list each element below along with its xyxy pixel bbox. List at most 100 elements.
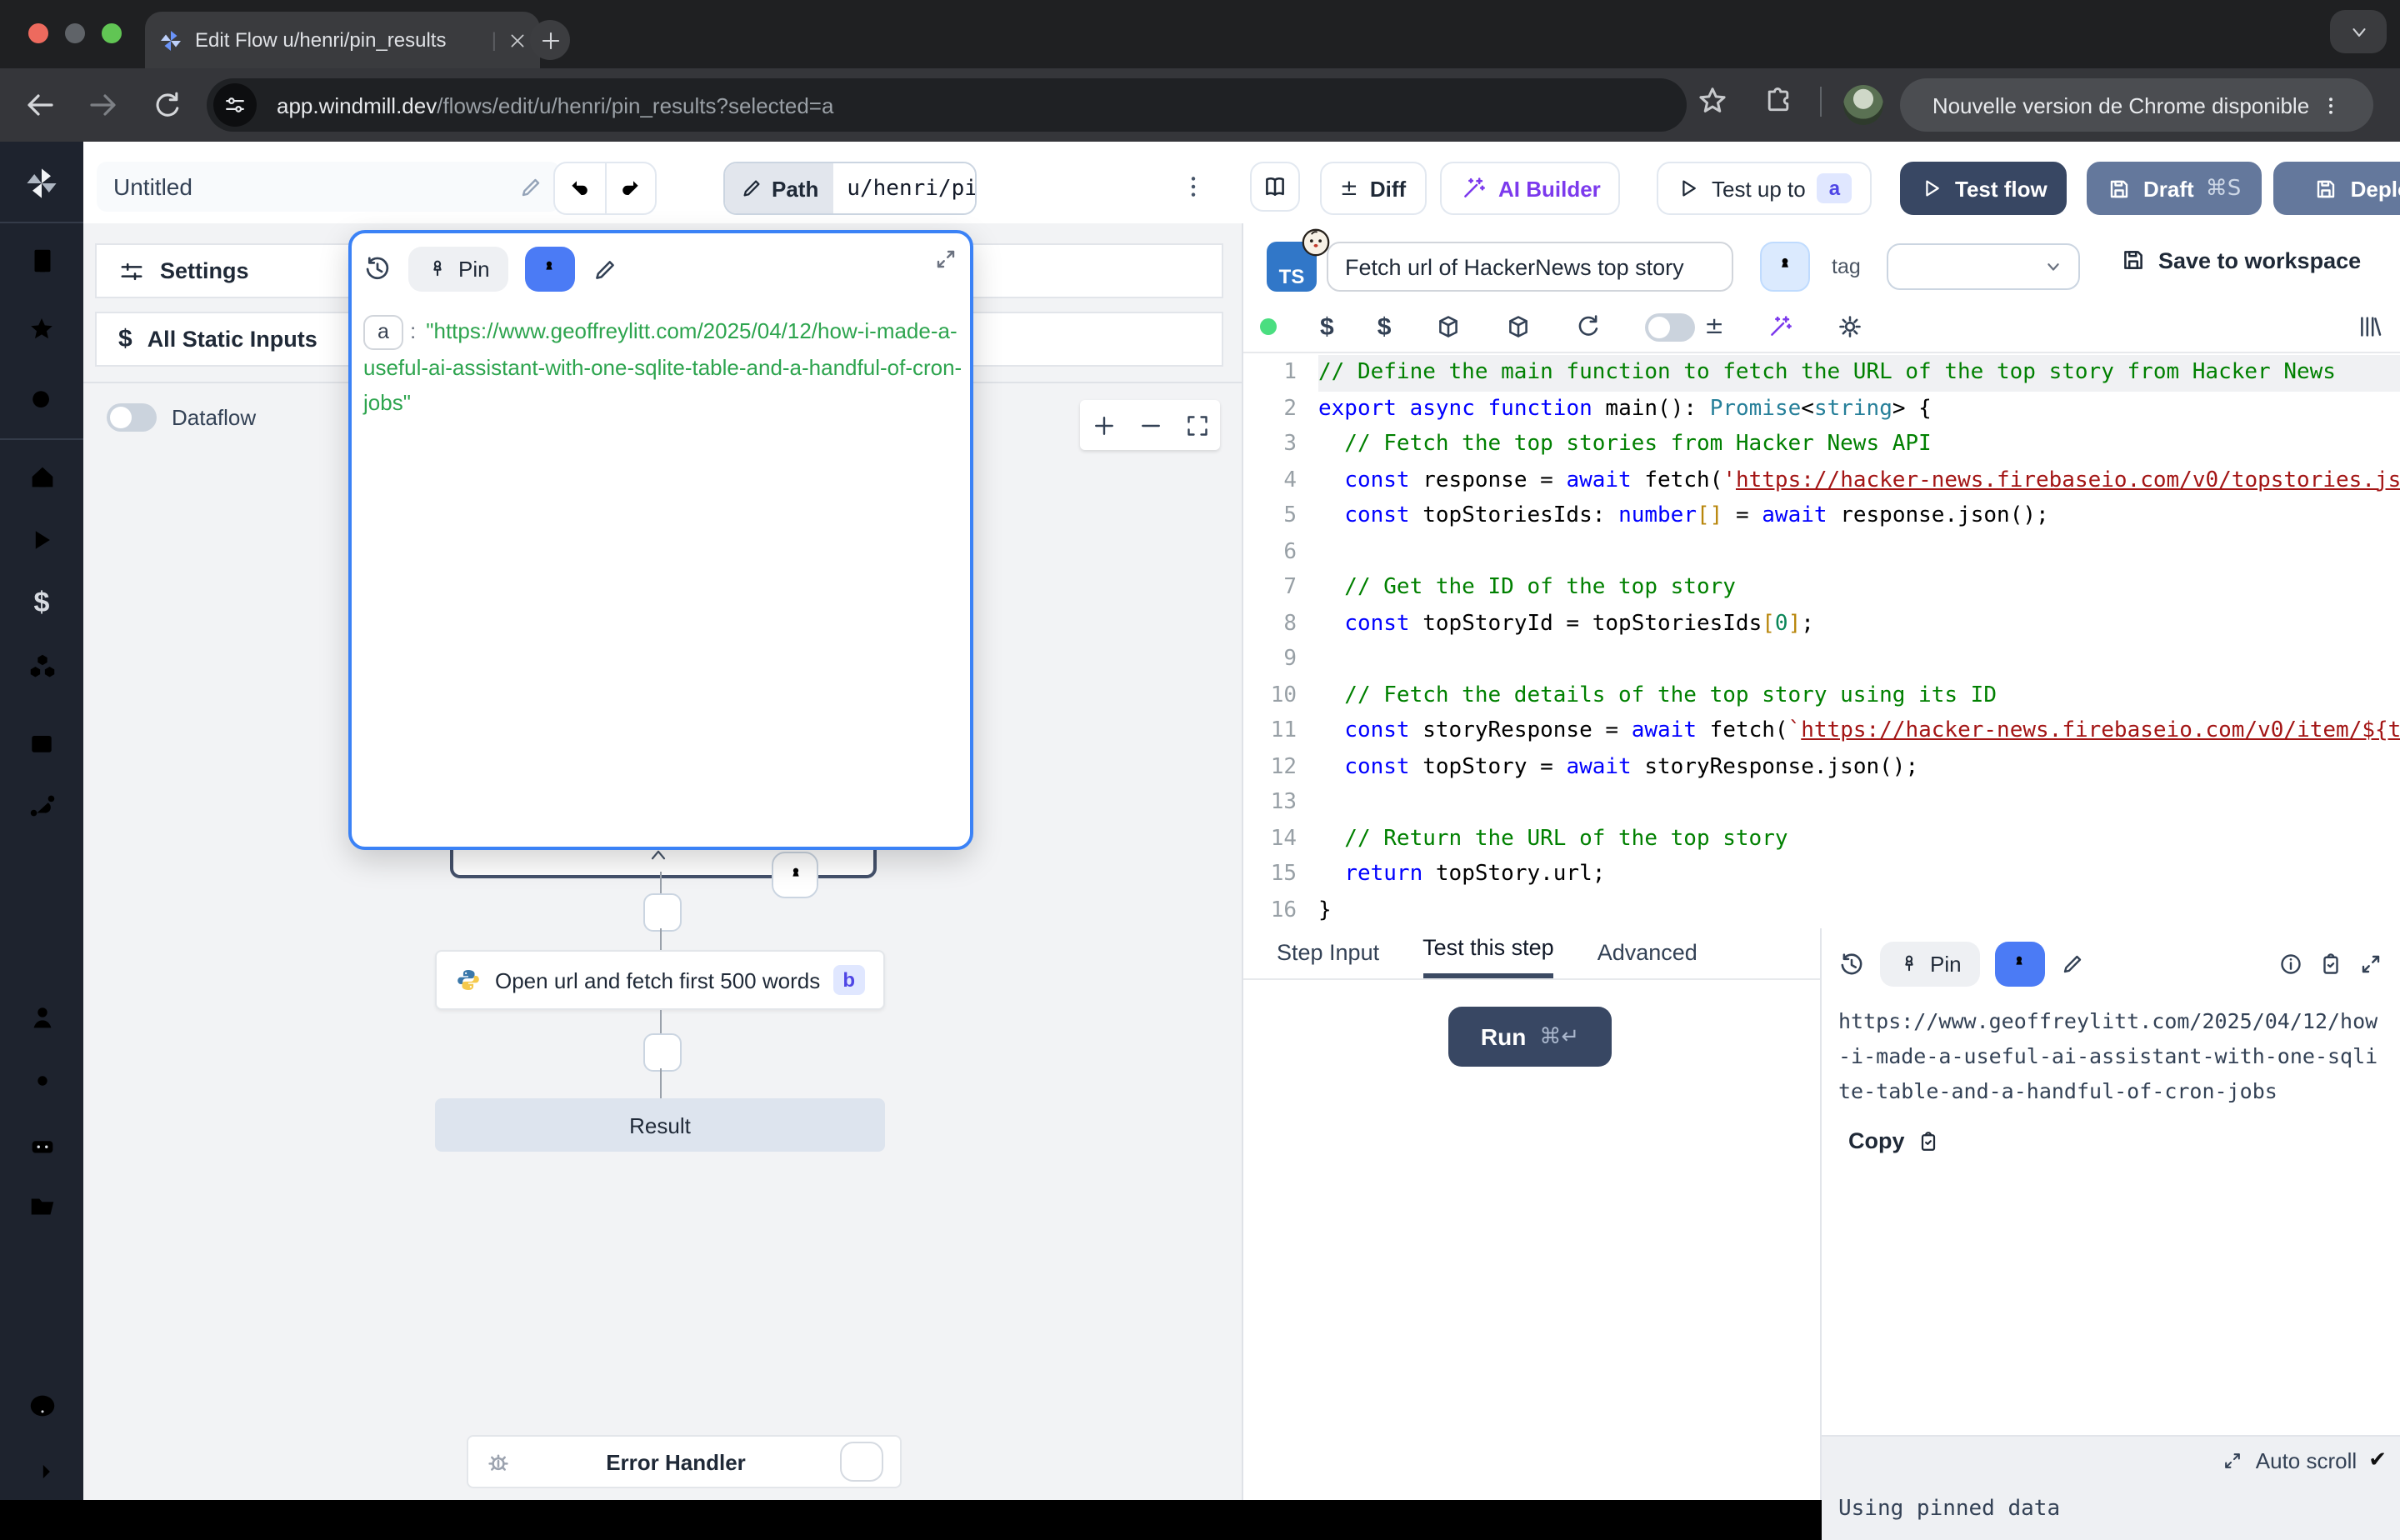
pin-button[interactable]: Pin bbox=[408, 247, 508, 292]
close-window-button[interactable] bbox=[28, 23, 48, 43]
logs-list-icon[interactable] bbox=[0, 1242, 83, 1298]
code-editor[interactable]: 1// Define the main function to fetch th… bbox=[1243, 355, 2400, 928]
tab-close-icon[interactable] bbox=[508, 31, 527, 49]
flow-node-b[interactable]: Open url and fetch first 500 words of ..… bbox=[435, 950, 885, 1010]
code-line[interactable]: 11 const storyResponse = await fetch(`ht… bbox=[1243, 713, 2400, 749]
more-options-kebab-icon[interactable] bbox=[1180, 173, 1207, 200]
edit-pencil-icon[interactable] bbox=[592, 256, 618, 282]
pinned-active-button[interactable] bbox=[1995, 942, 2045, 987]
code-line[interactable]: 2export async function main(): Promise<s… bbox=[1243, 391, 2400, 427]
new-tab-button[interactable] bbox=[530, 20, 570, 60]
browser-tab[interactable]: Edit Flow u/henri/pin_results | bbox=[145, 12, 540, 68]
pinned-indicator-button[interactable] bbox=[1760, 242, 1810, 292]
bookmark-star-icon[interactable] bbox=[1697, 85, 1728, 117]
tab-test-this-step[interactable]: Test this step bbox=[1422, 935, 1554, 978]
minimize-window-button[interactable] bbox=[65, 23, 85, 43]
zoom-out-icon[interactable] bbox=[1138, 412, 1162, 438]
deploy-button[interactable]: Deploy bbox=[2273, 162, 2400, 215]
pin-button[interactable]: Pin bbox=[1880, 942, 1980, 987]
windmill-logo[interactable] bbox=[0, 155, 83, 211]
settings-gear-icon[interactable] bbox=[0, 1052, 83, 1108]
pinned-active-button[interactable] bbox=[525, 247, 575, 292]
code-line[interactable]: 13 bbox=[1243, 785, 2400, 821]
redo-button[interactable] bbox=[604, 163, 655, 213]
address-bar[interactable]: app.windmill.dev/flows/edit/u/henri/pin_… bbox=[207, 78, 1687, 132]
editor-settings-gear-icon[interactable] bbox=[1838, 313, 1864, 340]
runs-play-icon[interactable] bbox=[0, 512, 83, 568]
resources-dollar-icon[interactable]: $ bbox=[1378, 312, 1392, 341]
flow-node-result[interactable]: Result bbox=[435, 1098, 885, 1152]
folders-icon[interactable] bbox=[0, 1178, 83, 1234]
plus-icon[interactable] bbox=[0, 840, 83, 896]
home-icon[interactable] bbox=[0, 450, 83, 506]
flow-node-error-handler[interactable]: Error Handler bbox=[467, 1435, 902, 1488]
profile-avatar[interactable] bbox=[1843, 85, 1883, 125]
path-chip[interactable]: Path u/henri/pin bbox=[723, 162, 977, 215]
ai-wand-icon[interactable] bbox=[1768, 313, 1794, 340]
code-line[interactable]: 9 bbox=[1243, 642, 2400, 678]
back-icon[interactable] bbox=[20, 85, 60, 125]
ai-builder-button[interactable]: AI Builder bbox=[1440, 162, 1621, 215]
library-columns-icon[interactable] bbox=[2357, 313, 2383, 340]
fit-view-icon[interactable] bbox=[1184, 412, 1209, 438]
undo-button[interactable] bbox=[555, 163, 604, 213]
edit-pencil-icon[interactable] bbox=[518, 174, 543, 199]
copy-button[interactable]: Copy bbox=[1822, 1108, 2400, 1153]
maximize-window-button[interactable] bbox=[102, 23, 122, 43]
run-button[interactable]: Run ⌘↵ bbox=[1448, 1007, 1612, 1067]
code-line[interactable]: 6 bbox=[1243, 534, 2400, 570]
reload-icon[interactable] bbox=[147, 85, 187, 125]
code-line[interactable]: 7 // Get the ID of the top story bbox=[1243, 570, 2400, 606]
code-line[interactable]: 4 const response = await fetch('https://… bbox=[1243, 462, 2400, 498]
insert-step-button[interactable] bbox=[643, 1033, 682, 1072]
test-flow-button[interactable]: Test flow bbox=[1900, 162, 2068, 215]
code-line[interactable]: 14 // Return the URL of the top story bbox=[1243, 821, 2400, 857]
expand-icon[interactable] bbox=[933, 247, 958, 272]
flow-name-input[interactable]: Untitled bbox=[97, 162, 560, 212]
diff-button[interactable]: ± Diff bbox=[1320, 162, 1426, 215]
tab-search-chevron-icon[interactable] bbox=[2330, 10, 2387, 53]
site-settings-icon[interactable] bbox=[213, 83, 257, 127]
copy-clipboard-icon[interactable] bbox=[2318, 952, 2343, 977]
auto-scroll-control[interactable]: Auto scroll ✔ bbox=[2222, 1448, 2387, 1473]
search-icon[interactable] bbox=[0, 372, 83, 428]
kebab-icon[interactable] bbox=[2319, 94, 2341, 116]
chrome-update-button[interactable]: Nouvelle version de Chrome disponible bbox=[1900, 78, 2373, 132]
dataflow-toggle[interactable] bbox=[107, 403, 157, 432]
variables-dollar-icon[interactable]: $ bbox=[0, 576, 83, 632]
draft-button[interactable]: Draft ⌘S bbox=[2087, 162, 2261, 215]
node-pin-badge[interactable] bbox=[772, 852, 818, 898]
tab-advanced[interactable]: Advanced bbox=[1598, 940, 1698, 978]
workspace-building-icon[interactable] bbox=[0, 232, 83, 288]
zoom-in-icon[interactable] bbox=[1091, 412, 1116, 438]
variables-dollar-icon[interactable]: $ bbox=[1320, 312, 1334, 341]
test-up-to-button[interactable]: Test up to a bbox=[1657, 162, 1872, 215]
package-icon[interactable] bbox=[1504, 313, 1531, 340]
favorites-star-icon[interactable] bbox=[0, 302, 83, 358]
diff-mode-toggle[interactable] bbox=[1644, 312, 1694, 341]
reset-icon[interactable] bbox=[1574, 313, 1601, 340]
code-line[interactable]: 16} bbox=[1243, 892, 2400, 928]
code-line[interactable]: 5 const topStoriesIds: number[] = await … bbox=[1243, 498, 2400, 534]
history-icon[interactable] bbox=[363, 255, 392, 283]
extensions-icon[interactable] bbox=[1763, 85, 1793, 115]
add-error-handler-button[interactable] bbox=[840, 1442, 883, 1482]
save-to-workspace-button[interactable]: Save to workspace bbox=[2120, 247, 2361, 273]
user-icon[interactable] bbox=[0, 990, 83, 1046]
tag-select[interactable] bbox=[1887, 243, 2080, 290]
code-line[interactable]: 12 const topStory = await storyResponse.… bbox=[1243, 749, 2400, 785]
code-line[interactable]: 3 // Fetch the top stories from Hacker N… bbox=[1243, 427, 2400, 462]
history-icon[interactable] bbox=[1838, 951, 1865, 978]
fullscreen-icon[interactable] bbox=[2358, 952, 2383, 977]
code-line[interactable]: 15 return topStory.url; bbox=[1243, 857, 2400, 892]
resources-cubes-icon[interactable] bbox=[0, 638, 83, 694]
code-line[interactable]: 10 // Fetch the details of the top story… bbox=[1243, 678, 2400, 713]
expand-arrow-icon[interactable] bbox=[0, 1443, 83, 1499]
code-line[interactable]: 8 const topStoryId = topStoriesIds[0]; bbox=[1243, 606, 2400, 642]
step-summary-input[interactable]: Fetch url of HackerNews top story bbox=[1327, 242, 1733, 292]
workers-robot-icon[interactable] bbox=[0, 1116, 83, 1172]
package-icon[interactable] bbox=[1434, 313, 1461, 340]
edit-pencil-icon[interactable] bbox=[2060, 952, 2085, 977]
info-icon[interactable] bbox=[2278, 952, 2303, 977]
docs-book-button[interactable] bbox=[1250, 162, 1300, 212]
